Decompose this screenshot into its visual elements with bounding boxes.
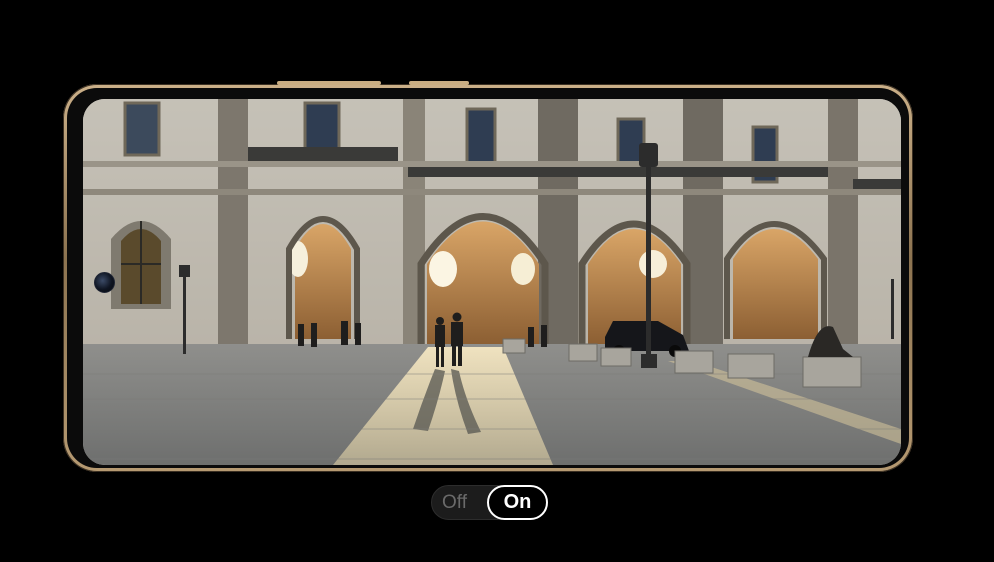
power-button — [409, 81, 469, 85]
phone-screen-photo — [83, 99, 901, 465]
toggle-on-option[interactable]: On — [487, 485, 548, 520]
volume-button — [277, 81, 381, 85]
courtyard-scene-illustration — [83, 99, 901, 465]
video-stage: Off On — [0, 0, 994, 562]
camera-lens-icon — [94, 272, 115, 293]
off-on-toggle[interactable]: Off On — [431, 485, 548, 520]
toggle-off-option[interactable]: Off — [442, 486, 467, 519]
phone-bezel — [67, 88, 909, 468]
phone-frame — [63, 81, 913, 472]
